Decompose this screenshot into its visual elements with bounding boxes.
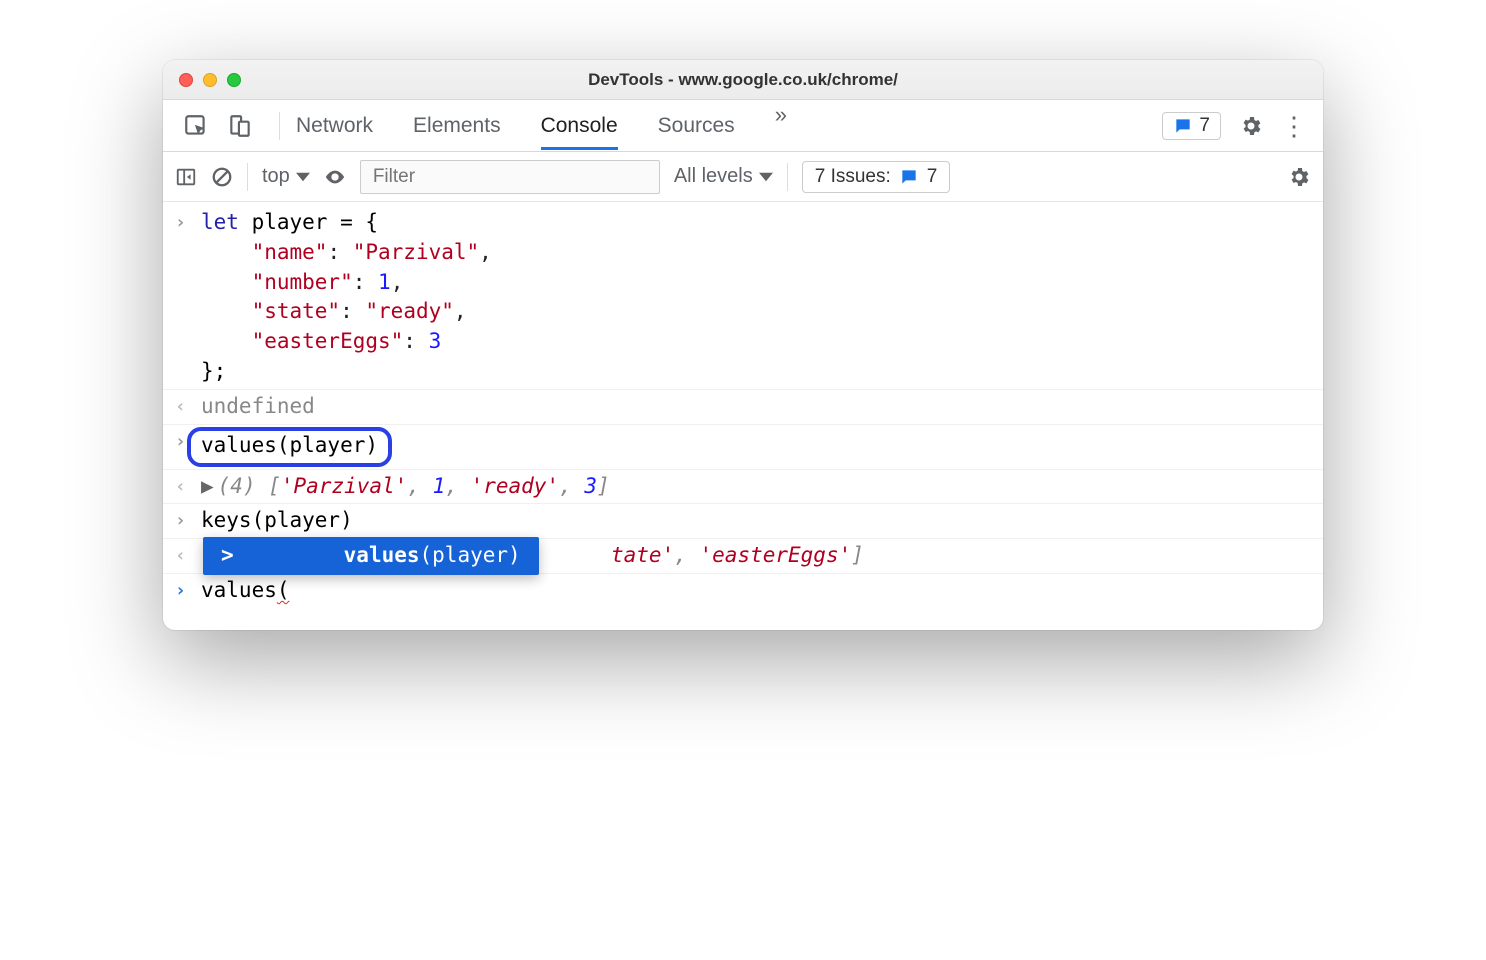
context-selector[interactable]: top (262, 165, 310, 188)
console-input-row: keys(player) (163, 503, 1323, 538)
chevron-down-icon (296, 170, 310, 184)
devtools-tabbar: Network Elements Console Sources » 7 ⋮ (163, 100, 1323, 152)
inspect-icon[interactable] (183, 113, 209, 139)
device-toggle-icon[interactable] (227, 113, 253, 139)
undefined-result: undefined (201, 394, 315, 418)
console-output-row[interactable]: tate', 'easterEggs'] > values(player) (163, 538, 1323, 573)
clear-console-icon[interactable] (211, 166, 233, 188)
output-marker-icon (175, 541, 201, 571)
filter-input[interactable] (360, 160, 660, 194)
level-label: All levels (674, 165, 753, 188)
window-title: DevTools - www.google.co.uk/chrome/ (163, 70, 1323, 90)
context-label: top (262, 165, 290, 188)
divider (247, 163, 248, 191)
input-marker-icon (175, 576, 201, 606)
issues-label: 7 Issues: (815, 166, 891, 188)
eye-icon[interactable] (324, 166, 346, 188)
tab-sources[interactable]: Sources (658, 102, 735, 150)
gear-icon[interactable] (1239, 114, 1263, 138)
console-filterbar: top All levels 7 Issues: 7 (163, 152, 1323, 202)
highlighted-call: values(player) (187, 427, 392, 467)
window-titlebar: DevTools - www.google.co.uk/chrome/ (163, 60, 1323, 100)
output-marker-icon (175, 392, 201, 422)
issues-button[interactable]: 7 Issues: 7 (802, 161, 951, 193)
sidebar-toggle-icon[interactable] (175, 166, 197, 188)
autocomplete-match: values (344, 543, 420, 567)
code-line: keys(player) (201, 506, 1309, 536)
divider (787, 163, 788, 191)
gear-icon[interactable] (1287, 165, 1311, 189)
input-marker-icon (175, 506, 201, 536)
messages-badge[interactable]: 7 (1162, 112, 1221, 140)
code-block: let player = { "name": "Parzival", "numb… (201, 208, 1309, 387)
tab-elements[interactable]: Elements (413, 102, 501, 150)
tab-network[interactable]: Network (296, 102, 373, 150)
syntax-error-underline: ( (277, 578, 290, 602)
console-live-input-row[interactable]: values( (163, 573, 1323, 608)
console-output-row: undefined (163, 389, 1323, 424)
console-input-row: values(player) (163, 424, 1323, 469)
chevron-down-icon (759, 170, 773, 184)
messages-count: 7 (1199, 115, 1210, 137)
more-tabs-icon[interactable]: » (775, 102, 787, 150)
issues-count: 7 (927, 166, 938, 188)
devtools-window: DevTools - www.google.co.uk/chrome/ Netw… (163, 60, 1323, 630)
tab-console[interactable]: Console (541, 102, 618, 150)
kebab-menu-icon[interactable]: ⋮ (1281, 113, 1307, 139)
log-level-selector[interactable]: All levels (674, 165, 773, 188)
divider (279, 112, 280, 140)
autocomplete-caret-icon: > (221, 541, 234, 571)
input-marker-icon (175, 208, 201, 387)
console-output-row[interactable]: ▶(4) ['Parzival', 1, 'ready', 3] (163, 469, 1323, 504)
autocomplete-args: (player) (420, 543, 521, 567)
output-marker-icon (175, 472, 201, 502)
console-output[interactable]: let player = { "name": "Parzival", "numb… (163, 202, 1323, 630)
autocomplete-popup[interactable]: > values(player) (203, 537, 539, 575)
expand-icon[interactable]: ▶ (201, 474, 214, 498)
console-input-row: let player = { "name": "Parzival", "numb… (163, 202, 1323, 389)
